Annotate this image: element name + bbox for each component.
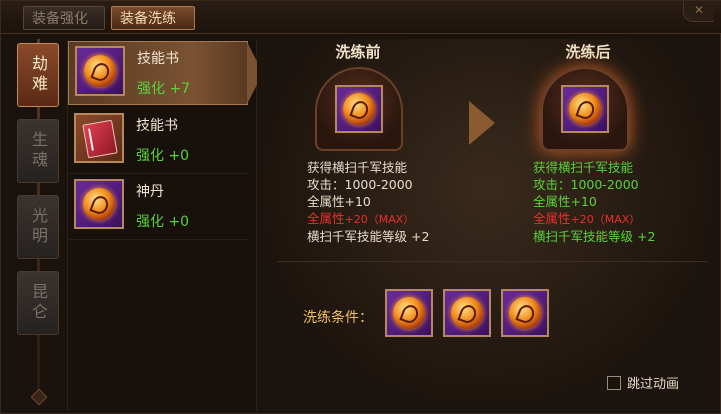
category-tab-guangming[interactable]: 光明	[17, 195, 59, 259]
refine-window: 装备强化 装备洗练 ✕ 劫难 生魂 光明 昆仑 技能书 强化 +7 技能书 强化…	[0, 0, 721, 414]
divider	[277, 261, 707, 262]
stat-name: 全属性	[533, 211, 571, 226]
stat-line: 攻击：1000-2000	[533, 177, 639, 192]
condition-item-slot[interactable]	[501, 289, 549, 337]
condition-label: 洗练条件：	[303, 310, 373, 326]
item-name: 技能书	[136, 118, 178, 134]
fire-orb-icon	[569, 93, 601, 125]
stat-line-max: 全属性+20（MAX）	[533, 210, 655, 228]
item-slot	[75, 46, 125, 96]
fire-orb-icon	[84, 55, 116, 87]
tab-strengthen[interactable]: 装备强化	[23, 6, 105, 30]
tab-refine[interactable]: 装备洗练	[111, 6, 195, 30]
tab-bar: 装备强化 装备洗练 ✕	[1, 1, 721, 34]
before-pedestal	[315, 67, 403, 151]
stat-line: 获得横扫千军技能	[307, 160, 408, 175]
item-level: 强化 +7	[137, 81, 191, 97]
fire-orb-icon	[83, 188, 115, 220]
item-name: 神丹	[136, 184, 164, 200]
list-item[interactable]: 神丹 强化 +0	[68, 175, 248, 240]
skill-book-icon	[82, 119, 118, 159]
category-sidebar: 劫难 生魂 光明 昆仑	[13, 39, 65, 409]
fire-orb-icon	[343, 93, 375, 125]
rail-end-ornament	[30, 388, 48, 406]
fire-orb-icon	[393, 297, 425, 329]
before-item-slot[interactable]	[335, 85, 383, 133]
fire-orb-icon	[509, 297, 541, 329]
stat-line: 全属性+10	[307, 194, 371, 209]
after-item-slot[interactable]	[561, 85, 609, 133]
stat-line-max: 全属性+20（MAX）	[307, 210, 429, 228]
condition-item-slot[interactable]	[443, 289, 491, 337]
stat-line: 攻击：1000-2000	[307, 177, 413, 192]
fire-orb-icon	[451, 297, 483, 329]
before-title: 洗练前	[335, 43, 381, 61]
after-title: 洗练后	[565, 43, 611, 61]
item-name: 技能书	[137, 51, 179, 67]
item-level: 强化 +0	[136, 148, 190, 164]
skip-animation-checkbox[interactable]	[607, 375, 621, 390]
stat-line: 获得横扫千军技能	[533, 160, 634, 175]
stat-value: +20（MAX）	[570, 213, 641, 226]
stat-value: +20（MAX）	[344, 213, 415, 226]
stat-line: 横扫千军技能等级 +2	[307, 229, 430, 244]
after-stats: 获得横扫千军技能 攻击：1000-2000 全属性+10 全属性+20（MAX）…	[533, 159, 655, 245]
stat-name: 全属性	[307, 211, 345, 226]
category-tab-kunlun[interactable]: 昆仑	[17, 271, 59, 335]
before-stats: 获得横扫千军技能 攻击：1000-2000 全属性+10 全属性+20（MAX）…	[307, 159, 429, 245]
item-slot	[74, 113, 124, 163]
item-slot	[74, 179, 124, 229]
item-level: 强化 +0	[136, 214, 190, 230]
list-item[interactable]: 技能书 强化 +0	[68, 109, 248, 174]
condition-item-slot[interactable]	[385, 289, 433, 337]
category-tab-shenghun[interactable]: 生魂	[17, 119, 59, 183]
arrow-right-icon	[469, 101, 495, 145]
close-icon[interactable]: ✕	[683, 1, 714, 22]
refine-panel: 洗练前 洗练后 获得横扫千军技能 攻击：1000-2000 全属性+10 全属性…	[257, 39, 719, 411]
skip-animation-toggle[interactable]: 跳过动画	[607, 373, 679, 392]
stat-line: 横扫千军技能等级 +2	[533, 229, 656, 244]
after-pedestal	[541, 67, 629, 151]
stat-line: 全属性+10	[533, 194, 597, 209]
list-item[interactable]: 技能书 强化 +7	[68, 41, 263, 105]
skip-animation-label: 跳过动画	[627, 377, 680, 392]
item-list: 技能书 强化 +7 技能书 强化 +0 神丹 强化 +0	[67, 39, 263, 411]
category-tab-jienan[interactable]: 劫难	[17, 43, 59, 107]
